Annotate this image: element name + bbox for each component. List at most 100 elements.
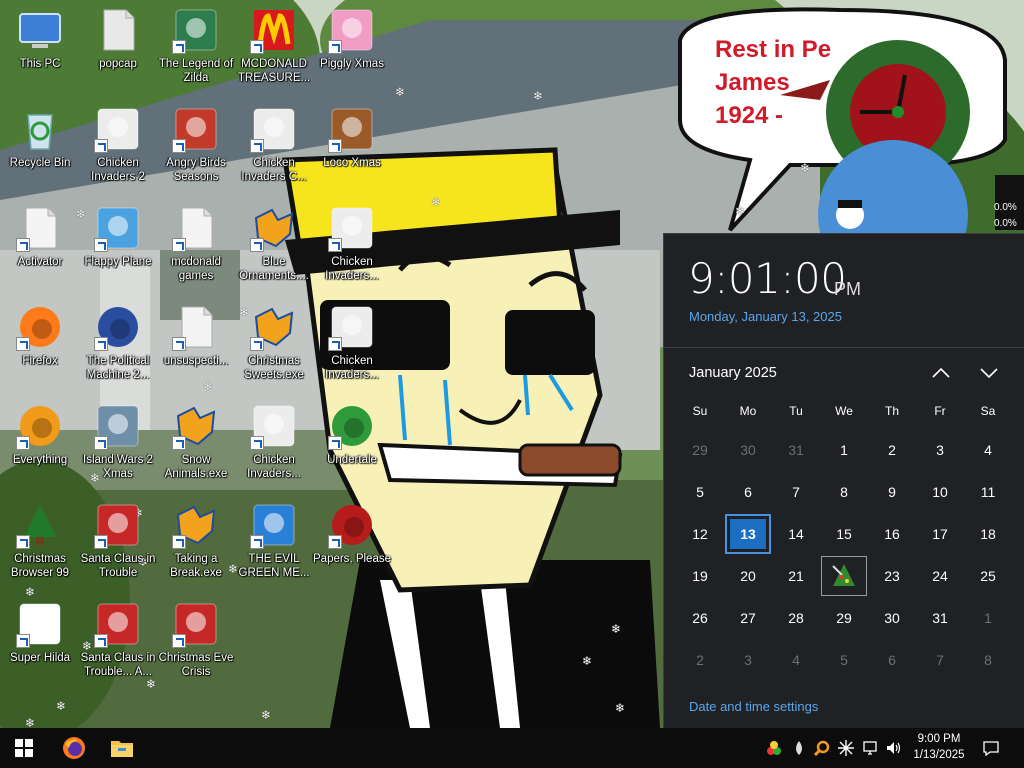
- calendar-day[interactable]: 21: [773, 556, 819, 596]
- desktop-icon[interactable]: Snow Animals.exe: [156, 396, 236, 490]
- desktop-icon-label: mcdonald games: [171, 256, 221, 282]
- desktop-icon[interactable]: Chicken Invaders...: [312, 297, 392, 391]
- taskbar-clock[interactable]: 9:00 PM 1/13/2025: [905, 731, 973, 763]
- taskbar-file-explorer-button[interactable]: [98, 728, 146, 768]
- desktop-icon[interactable]: THE EVIL GREEN ME...: [234, 495, 314, 589]
- desktop-icon[interactable]: Santa Claus in Trouble... A...: [78, 594, 158, 688]
- calendar-day[interactable]: 25: [965, 556, 1011, 596]
- calendar-day[interactable]: 3: [917, 430, 963, 470]
- calendar-day[interactable]: 7: [773, 472, 819, 512]
- shortcut-arrow-icon: [172, 139, 186, 153]
- calendar-day[interactable]: 8: [821, 472, 867, 512]
- calendar-day[interactable]: 15: [821, 514, 867, 554]
- desktop-icon[interactable]: Christmas Sweets.exe: [234, 297, 314, 391]
- network-icon[interactable]: [861, 739, 879, 757]
- calendar-day[interactable]: 8: [965, 640, 1011, 680]
- calendar-day[interactable]: 10: [917, 472, 963, 512]
- calendar-day[interactable]: 2: [869, 430, 915, 470]
- desktop-icon[interactable]: Chicken Invaders...: [312, 198, 392, 292]
- tray-droplet-icon[interactable]: [790, 739, 808, 757]
- calendar-day[interactable]: 6: [869, 640, 915, 680]
- desktop-icon[interactable]: Everything: [0, 396, 80, 490]
- calendar-day[interactable]: 31: [773, 430, 819, 470]
- calendar-day[interactable]: 29: [677, 430, 723, 470]
- calendar-day[interactable]: 2: [677, 640, 723, 680]
- calendar-day[interactable]: 17: [917, 514, 963, 554]
- desktop-icon[interactable]: Angry Birds Seasons: [156, 99, 236, 193]
- notification-button[interactable]: [982, 739, 1000, 757]
- start-button[interactable]: [0, 728, 48, 768]
- calendar-day[interactable]: 27: [725, 598, 771, 638]
- desktop-icon[interactable]: Recycle Bin: [0, 99, 80, 193]
- desktop-icon[interactable]: Island Wars 2 Xmas: [78, 396, 158, 490]
- shortcut-arrow-icon: [250, 535, 264, 549]
- calendar-day[interactable]: 30: [725, 430, 771, 470]
- calendar-day[interactable]: 26: [677, 598, 723, 638]
- calendar-day[interactable]: 5: [677, 472, 723, 512]
- tray-everything-search-icon[interactable]: [813, 739, 831, 757]
- calendar-weekday-label: We: [835, 404, 853, 418]
- calendar-day[interactable]: 4: [965, 430, 1011, 470]
- calendar-day[interactable]: 30: [869, 598, 915, 638]
- desktop-icon[interactable]: Santa Claus in Trouble: [78, 495, 158, 589]
- calendar-day[interactable]: 7: [917, 640, 963, 680]
- desktop-icon-label: Chicken Invaders...: [325, 256, 379, 282]
- next-month-button[interactable]: [976, 360, 1002, 386]
- desktop-icon[interactable]: mcdonald games: [156, 198, 236, 292]
- tray-snowball-icon[interactable]: [765, 739, 783, 757]
- calendar-day[interactable]: 12: [677, 514, 723, 554]
- desktop-icon[interactable]: Christmas Browser 99: [0, 495, 80, 589]
- desktop-icon-label: Chicken Invaders 2: [91, 157, 145, 183]
- taskbar-firefox-button[interactable]: [50, 728, 98, 768]
- calendar-day[interactable]: 20: [725, 556, 771, 596]
- desktop-icon[interactable]: Chicken Invaders C...: [234, 99, 314, 193]
- date-time-settings-link[interactable]: Date and time settings: [689, 699, 818, 714]
- desktop-icon[interactable]: popcap: [78, 0, 158, 94]
- shortcut-arrow-icon: [94, 535, 108, 549]
- desktop-icon[interactable]: Loco Xmas: [312, 99, 392, 193]
- desktop-icon[interactable]: Piggly Xmas: [312, 0, 392, 94]
- calendar-day[interactable]: 4: [773, 640, 819, 680]
- calendar-day[interactable]: 31: [917, 598, 963, 638]
- desktop-icon[interactable]: Taking a Break.exe: [156, 495, 236, 589]
- desktop-icon[interactable]: The Political Machine 2...: [78, 297, 158, 391]
- widget-text-1: Rest in Pe: [715, 36, 831, 63]
- calendar-day[interactable]: 5: [821, 640, 867, 680]
- desktop-icon[interactable]: Flappy Plane: [78, 198, 158, 292]
- calendar-day[interactable]: 24: [917, 556, 963, 596]
- calendar-day[interactable]: 1: [965, 598, 1011, 638]
- calendar-day[interactable]: 11: [965, 472, 1011, 512]
- calendar-day[interactable]: 6: [725, 472, 771, 512]
- desktop-icon[interactable]: Chicken Invaders...: [234, 396, 314, 490]
- desktop-icon[interactable]: The Legend of Zilda: [156, 0, 236, 94]
- desktop-icon[interactable]: Papers, Please: [312, 495, 392, 589]
- desktop-icon[interactable]: Activator: [0, 198, 80, 292]
- calendar-day[interactable]: 28: [773, 598, 819, 638]
- desktop-icon[interactable]: unsuspecti...: [156, 297, 236, 391]
- calendar-day[interactable]: 13: [725, 514, 771, 554]
- desktop-icon[interactable]: Firefox: [0, 297, 80, 391]
- calendar-day[interactable]: 14: [773, 514, 819, 554]
- previous-month-button[interactable]: [928, 360, 954, 386]
- calendar-day[interactable]: 16: [869, 514, 915, 554]
- calendar-day[interactable]: 29: [821, 598, 867, 638]
- calendar-day[interactable]: 9: [869, 472, 915, 512]
- desktop-icon[interactable]: Undertale: [312, 396, 392, 490]
- shortcut-arrow-icon: [250, 436, 264, 450]
- desktop-icon[interactable]: Super Hilda: [0, 594, 80, 688]
- desktop-icon[interactable]: Blue Ornaments....: [234, 198, 314, 292]
- volume-icon[interactable]: [885, 739, 903, 757]
- flyout-long-date[interactable]: Monday, January 13, 2025: [689, 309, 842, 324]
- desktop-icon[interactable]: Christmas Eve Crisis: [156, 594, 236, 688]
- calendar-day-highlighted[interactable]: 22: [821, 556, 867, 596]
- calendar-day[interactable]: 3: [725, 640, 771, 680]
- calendar-day[interactable]: 1: [821, 430, 867, 470]
- tray-sun-icon[interactable]: [837, 739, 855, 757]
- calendar-day[interactable]: 19: [677, 556, 723, 596]
- calendar-day[interactable]: 23: [869, 556, 915, 596]
- calendar-day[interactable]: 18: [965, 514, 1011, 554]
- desktop-icon[interactable]: Chicken Invaders 2: [78, 99, 158, 193]
- calendar-month-label[interactable]: January 2025: [689, 365, 777, 381]
- desktop-icon[interactable]: MCDONALD TREASURE...: [234, 0, 314, 94]
- desktop-icon[interactable]: This PC: [0, 0, 80, 94]
